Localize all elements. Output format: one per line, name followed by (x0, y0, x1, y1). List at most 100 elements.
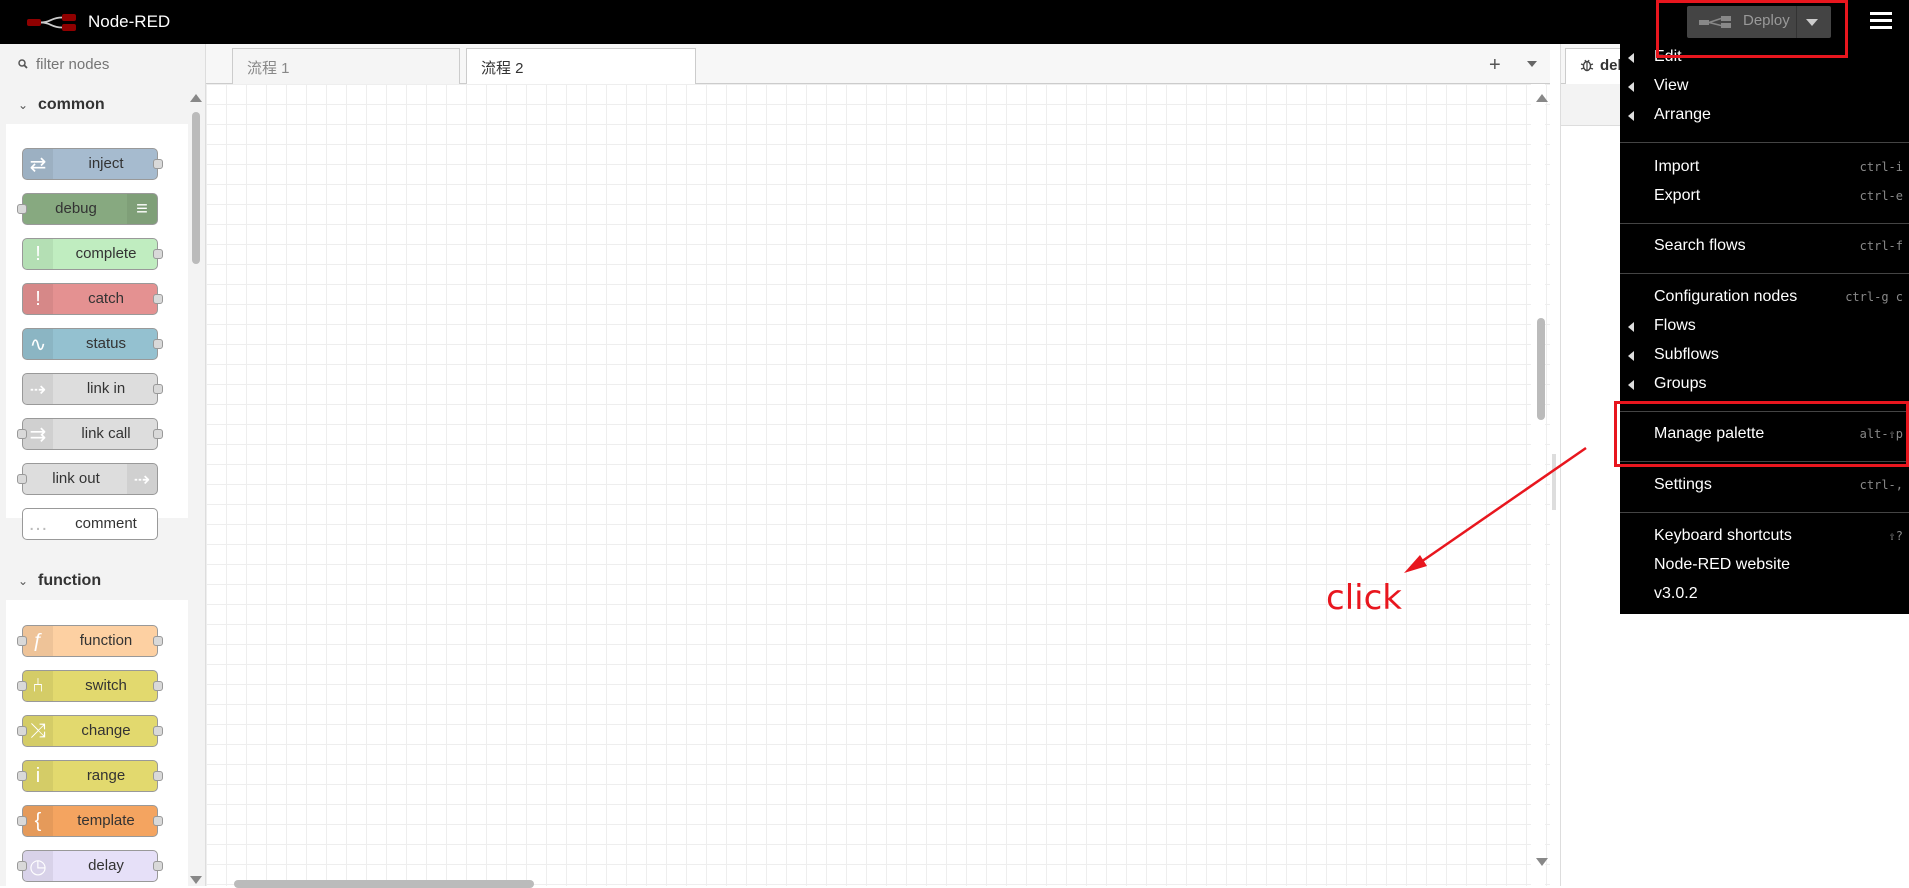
output-port (153, 636, 163, 646)
palette-node-label: inject (88, 155, 124, 172)
category-label: function (38, 572, 102, 589)
palette-node-link-call[interactable]: ⇉ link call (17, 418, 163, 450)
input-port (17, 681, 27, 691)
menu-item-label: Keyboard shortcuts (1654, 527, 1792, 544)
menu-item-search-flows[interactable]: Search flows ctrl-f (1620, 233, 1909, 261)
menu-item-shortcut: alt-⇧p (1859, 427, 1903, 441)
palette-node-complete[interactable]: ! complete (22, 238, 163, 270)
flow-canvas[interactable] (206, 84, 1550, 886)
menu-item-label: Settings (1654, 476, 1712, 493)
menu-item-label: Flows (1654, 317, 1696, 334)
palette-node-label: range (86, 767, 126, 784)
palette-node-link-out[interactable]: ⇢ link out (17, 463, 158, 495)
canvas-vertical-scrollbar[interactable] (1537, 318, 1545, 420)
palette-node-label: catch (88, 290, 124, 307)
menu-item-configuration-nodes[interactable]: Configuration nodes ctrl-g c (1620, 284, 1909, 312)
palette-node-delay[interactable]: ◷ delay (17, 850, 163, 882)
menu-item-subflows[interactable]: Subflows (1620, 342, 1909, 370)
flow-list-caret-icon[interactable] (1527, 61, 1537, 67)
canvas-horizontal-scrollbar[interactable] (234, 880, 534, 888)
palette-node-debug[interactable]: ≡ debug (17, 193, 158, 225)
menu-item-label: Import (1654, 158, 1700, 175)
menu-item-keyboard-shortcuts[interactable]: Keyboard shortcuts ⇧? (1620, 523, 1909, 551)
input-port (17, 429, 27, 439)
canvas-scroll-down-icon[interactable] (1536, 858, 1548, 866)
submenu-arrow-icon (1628, 380, 1634, 390)
input-port (17, 474, 27, 484)
menu-item-manage-palette[interactable]: Manage palette alt-⇧p (1620, 421, 1909, 449)
menu-item-label: Node-RED website (1654, 556, 1791, 573)
input-port (17, 636, 27, 646)
palette-node-comment[interactable]: … comment (22, 508, 158, 540)
pulse-icon: ∿ (23, 329, 53, 359)
menu-item-node-red-website[interactable]: Node-RED website (1620, 552, 1909, 580)
deploy-icon (1699, 16, 1731, 28)
palette-node-inject[interactable]: ⇄ inject (22, 148, 163, 180)
menu-item-edit[interactable]: Edit (1620, 44, 1909, 72)
category-label: common (38, 96, 105, 113)
logo: Node-RED (26, 9, 170, 35)
output-port (153, 681, 163, 691)
tab-flow-1[interactable]: 流程 1 (232, 48, 460, 84)
menu-item-settings[interactable]: Settings ctrl-, (1620, 472, 1909, 500)
palette-node-template[interactable]: {template (17, 805, 163, 837)
submenu-arrow-icon (1628, 53, 1634, 63)
link-call-icon: ⇉ (23, 419, 53, 449)
palette-node-label: link call (81, 425, 131, 442)
workspace-tabs: 流程 1 流程 2 + (206, 44, 1550, 85)
palette-scroll-down-icon[interactable] (190, 876, 202, 884)
palette-node-change[interactable]: ⤨ change (17, 715, 163, 747)
palette-node-link-in[interactable]: ⇢ link in (22, 373, 163, 405)
menu-item-arrange[interactable]: Arrange (1620, 102, 1909, 130)
menu-item-label: Search flows (1654, 237, 1746, 254)
palette-category-common[interactable]: ⌄ common (6, 86, 188, 124)
output-port (153, 249, 163, 259)
filter-nodes-input[interactable] (34, 54, 194, 74)
menu-divider (1620, 461, 1909, 462)
palette-node-function[interactable]: ƒ function (17, 625, 163, 657)
tab-label: 流程 2 (481, 60, 524, 77)
palette-filter[interactable] (6, 50, 194, 78)
menu-item-flows[interactable]: Flows (1620, 313, 1909, 341)
submenu-arrow-icon (1628, 82, 1634, 92)
range-icon: i (23, 761, 53, 791)
bug-icon (1580, 59, 1594, 72)
sidebar-resize-handle[interactable] (1552, 454, 1556, 510)
menu-item-view[interactable]: View (1620, 73, 1909, 101)
canvas-vertical-scroll-track (1531, 84, 1545, 886)
palette-scrollbar[interactable] (192, 112, 200, 264)
palette-node-label: status (85, 335, 127, 352)
menu-item-groups[interactable]: Groups (1620, 371, 1909, 399)
output-port (153, 429, 163, 439)
palette-node-catch[interactable]: ! catch (22, 283, 163, 315)
add-flow-icon[interactable]: + (1489, 54, 1501, 77)
link-in-icon: ⇢ (23, 374, 53, 404)
palette-node-label: complete (75, 245, 137, 262)
palette-node-label: switch (85, 677, 127, 694)
palette-node-label: link in (86, 380, 126, 397)
main-menu-button[interactable] (1870, 12, 1892, 32)
input-port (17, 726, 27, 736)
sidebar-tab-label: del (1600, 57, 1622, 74)
deploy-options-caret-icon[interactable] (1806, 19, 1818, 26)
palette-category-function[interactable]: ⌄ function (6, 562, 188, 600)
input-port (17, 204, 27, 214)
canvas-scroll-up-icon[interactable] (1536, 94, 1548, 102)
menu-divider (1620, 142, 1909, 143)
tab-flow-2[interactable]: 流程 2 (466, 48, 696, 85)
deploy-button[interactable]: Deploy (1687, 6, 1831, 38)
palette-node-label: link out (52, 470, 100, 487)
menu-item-export[interactable]: Export ctrl-e (1620, 183, 1909, 211)
menu-item-import[interactable]: Import ctrl-i (1620, 154, 1909, 182)
menu-item-version: v3.0.2 (1620, 581, 1909, 609)
submenu-arrow-icon (1628, 322, 1634, 332)
palette-node-range[interactable]: i range (17, 760, 163, 792)
palette-scroll-up-icon[interactable] (190, 94, 202, 102)
palette-node-status[interactable]: ∿ status (22, 328, 163, 360)
menu-item-shortcut: ctrl-g c (1845, 290, 1903, 304)
chevron-down-icon: ⌄ (18, 574, 29, 588)
palette-node-switch[interactable]: ⑃ switch (17, 670, 163, 702)
hamburger-icon-bar (1870, 19, 1892, 22)
inject-icon: ⇄ (23, 149, 53, 179)
input-port (17, 816, 27, 826)
